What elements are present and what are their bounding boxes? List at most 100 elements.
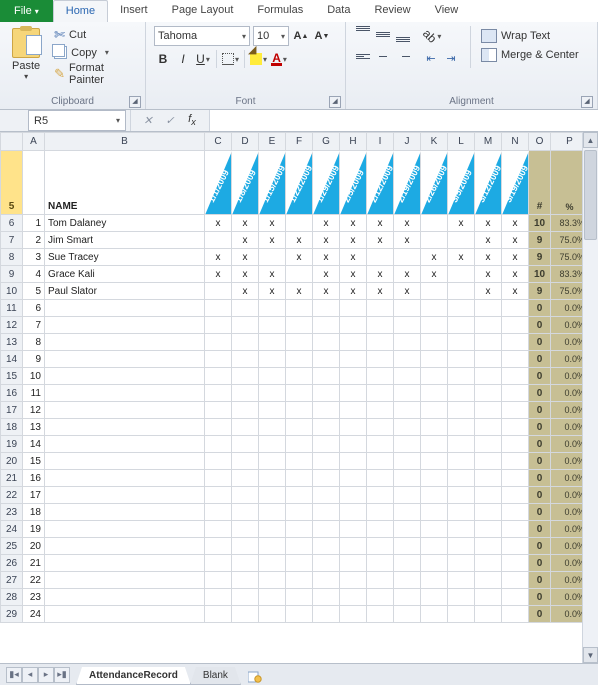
cell[interactable] bbox=[421, 521, 448, 538]
new-sheet-button[interactable] bbox=[244, 669, 266, 685]
cell[interactable]: x bbox=[475, 215, 502, 232]
cell[interactable] bbox=[286, 555, 313, 572]
cell[interactable] bbox=[421, 538, 448, 555]
chevron-down-icon[interactable]: ▾ bbox=[242, 32, 246, 41]
cell[interactable] bbox=[205, 351, 232, 368]
fill-color-button[interactable]: ▾ bbox=[249, 49, 268, 69]
row-header-12[interactable]: 12 bbox=[1, 317, 23, 334]
cell[interactable] bbox=[313, 436, 340, 453]
cell[interactable] bbox=[367, 589, 394, 606]
borders-button[interactable]: ▾ bbox=[221, 49, 240, 69]
cell[interactable]: x bbox=[367, 215, 394, 232]
cell[interactable] bbox=[286, 606, 313, 623]
cell[interactable]: Tom Dalaney bbox=[45, 215, 205, 232]
cell[interactable] bbox=[367, 606, 394, 623]
cell[interactable] bbox=[232, 402, 259, 419]
cell[interactable] bbox=[448, 317, 475, 334]
cell[interactable] bbox=[475, 334, 502, 351]
cell[interactable]: 19 bbox=[23, 521, 45, 538]
date-header-1[interactable]: 1/8/2009 bbox=[232, 151, 259, 215]
cell[interactable] bbox=[340, 606, 367, 623]
cell[interactable] bbox=[421, 368, 448, 385]
cell[interactable] bbox=[421, 436, 448, 453]
cell[interactable] bbox=[45, 589, 205, 606]
tab-file[interactable]: File bbox=[0, 0, 53, 22]
cell[interactable] bbox=[205, 232, 232, 249]
cell[interactable]: x bbox=[205, 215, 232, 232]
cell[interactable]: x bbox=[286, 283, 313, 300]
cell[interactable]: x bbox=[340, 232, 367, 249]
cell[interactable] bbox=[205, 334, 232, 351]
scroll-thumb[interactable] bbox=[584, 150, 597, 240]
tab-insert[interactable]: Insert bbox=[108, 0, 160, 22]
column-header-A[interactable]: A bbox=[23, 133, 45, 151]
wrap-text-button[interactable]: Wrap Text bbox=[479, 28, 581, 44]
cell[interactable]: 3 bbox=[23, 249, 45, 266]
cell[interactable]: 9 bbox=[529, 249, 551, 266]
cell[interactable] bbox=[394, 249, 421, 266]
cell[interactable]: x bbox=[313, 215, 340, 232]
cell[interactable] bbox=[502, 419, 529, 436]
cell[interactable] bbox=[475, 317, 502, 334]
cell[interactable] bbox=[259, 555, 286, 572]
cell[interactable] bbox=[340, 572, 367, 589]
tab-pagelayout[interactable]: Page Layout bbox=[160, 0, 246, 22]
cell[interactable] bbox=[45, 453, 205, 470]
cell[interactable] bbox=[313, 385, 340, 402]
row-header-19[interactable]: 19 bbox=[1, 436, 23, 453]
cell[interactable] bbox=[367, 504, 394, 521]
cell[interactable] bbox=[45, 368, 205, 385]
cell[interactable] bbox=[286, 385, 313, 402]
cell[interactable] bbox=[475, 572, 502, 589]
cell[interactable] bbox=[394, 402, 421, 419]
cell[interactable] bbox=[232, 436, 259, 453]
align-middle-button[interactable] bbox=[374, 26, 392, 42]
date-header-4[interactable]: 1/29/2009 bbox=[313, 151, 340, 215]
chevron-down-icon[interactable]: ▾ bbox=[105, 48, 109, 57]
cell[interactable] bbox=[421, 232, 448, 249]
cell[interactable] bbox=[394, 538, 421, 555]
cell[interactable] bbox=[205, 555, 232, 572]
cell[interactable]: x bbox=[502, 232, 529, 249]
column-header-N[interactable]: N bbox=[502, 133, 529, 151]
row-header-27[interactable]: 27 bbox=[1, 572, 23, 589]
dialog-launcher-icon[interactable]: ◢ bbox=[129, 96, 141, 108]
font-color-button[interactable]: A▾ bbox=[270, 49, 288, 69]
cell[interactable]: x bbox=[259, 215, 286, 232]
cell[interactable] bbox=[286, 589, 313, 606]
cell[interactable] bbox=[394, 470, 421, 487]
cell[interactable] bbox=[340, 470, 367, 487]
cell[interactable] bbox=[45, 487, 205, 504]
cell[interactable]: 0 bbox=[529, 487, 551, 504]
row-header-17[interactable]: 17 bbox=[1, 402, 23, 419]
row-header-28[interactable]: 28 bbox=[1, 589, 23, 606]
cell[interactable] bbox=[232, 317, 259, 334]
row-header-25[interactable]: 25 bbox=[1, 538, 23, 555]
cell[interactable] bbox=[313, 402, 340, 419]
row-header-7[interactable]: 7 bbox=[1, 232, 23, 249]
cell[interactable] bbox=[421, 385, 448, 402]
cell[interactable] bbox=[205, 538, 232, 555]
cell[interactable] bbox=[367, 300, 394, 317]
cell[interactable] bbox=[421, 300, 448, 317]
cut-button[interactable]: ✄Cut bbox=[50, 26, 137, 44]
chevron-down-icon[interactable]: ▾ bbox=[263, 55, 267, 64]
align-center-button[interactable] bbox=[374, 48, 392, 64]
cell[interactable]: 0 bbox=[529, 555, 551, 572]
cell[interactable] bbox=[232, 487, 259, 504]
cell[interactable] bbox=[502, 351, 529, 368]
cell[interactable] bbox=[475, 504, 502, 521]
cell[interactable] bbox=[340, 351, 367, 368]
row-header-8[interactable]: 8 bbox=[1, 249, 23, 266]
cell[interactable] bbox=[367, 368, 394, 385]
cell[interactable] bbox=[286, 266, 313, 283]
cell[interactable]: 9 bbox=[529, 232, 551, 249]
cell[interactable] bbox=[448, 504, 475, 521]
cell[interactable] bbox=[340, 385, 367, 402]
cell[interactable]: Sue Tracey bbox=[45, 249, 205, 266]
cell[interactable] bbox=[340, 589, 367, 606]
cell[interactable] bbox=[340, 555, 367, 572]
cell[interactable]: x bbox=[475, 232, 502, 249]
cell[interactable] bbox=[45, 334, 205, 351]
cell[interactable]: x bbox=[232, 283, 259, 300]
